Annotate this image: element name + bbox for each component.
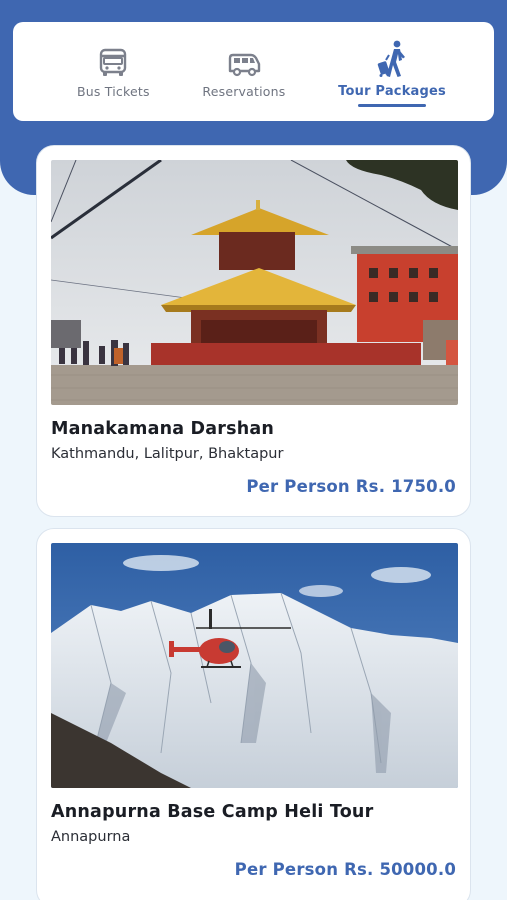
bus-icon (98, 42, 128, 78)
tour-package-card[interactable]: Manakamana Darshan Kathmandu, Lalitpur, … (36, 145, 471, 517)
tab-bar: Bus Tickets Reservations Tour Packages (13, 22, 494, 121)
traveler-luggage-icon (374, 40, 410, 78)
package-price: Per Person Rs. 1750.0 (246, 477, 456, 496)
package-price: Per Person Rs. 50000.0 (234, 860, 456, 879)
active-tab-indicator (358, 104, 427, 107)
package-locations: Kathmandu, Lalitpur, Bhaktapur (51, 446, 284, 462)
package-title: Manakamana Darshan (51, 419, 275, 439)
tab-reservations[interactable]: Reservations (202, 22, 285, 121)
package-locations: Annapurna (51, 829, 131, 845)
tab-bus-tickets[interactable]: Bus Tickets (77, 22, 150, 121)
helicopter-mountain-photo (51, 543, 458, 788)
tab-tour-packages[interactable]: Tour Packages (338, 22, 446, 121)
tour-package-card[interactable]: Annapurna Base Camp Heli Tour Annapurna … (36, 528, 471, 900)
temple-photo (51, 160, 458, 405)
package-title: Annapurna Base Camp Heli Tour (51, 802, 374, 822)
tab-label: Tour Packages (338, 84, 446, 99)
tab-label: Bus Tickets (77, 84, 150, 99)
van-icon (227, 42, 261, 78)
tab-label: Reservations (202, 84, 286, 99)
